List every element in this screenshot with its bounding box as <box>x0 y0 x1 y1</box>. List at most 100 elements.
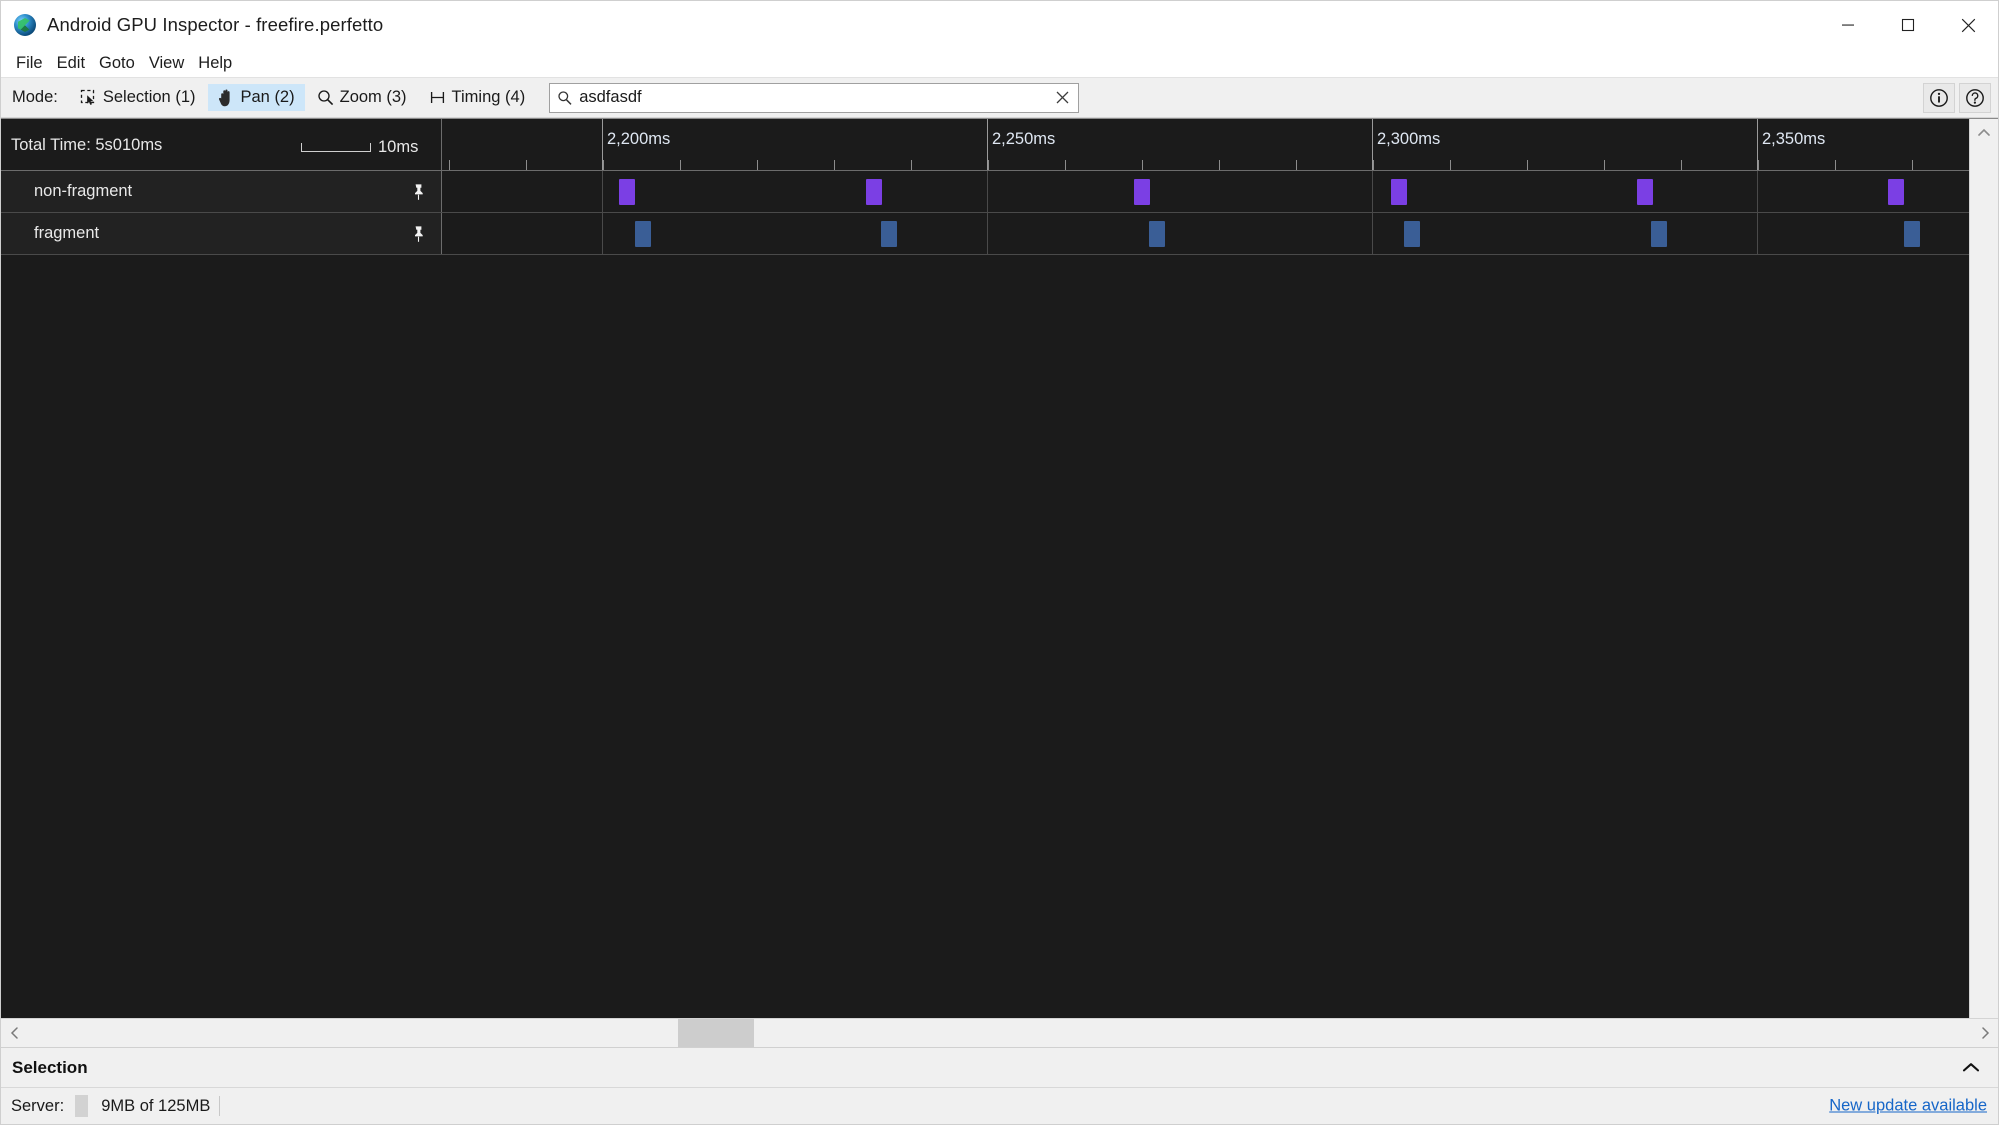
total-time-label: Total Time: 5s010ms <box>11 135 163 154</box>
timeline-slice[interactable] <box>1651 221 1667 247</box>
menu-edit[interactable]: Edit <box>51 52 91 75</box>
search-box[interactable] <box>549 82 1080 113</box>
track-gridline <box>1757 171 1758 212</box>
server-label: Server: <box>11 1096 65 1115</box>
ruler-minor-tick <box>1065 160 1066 170</box>
mode-button-timing[interactable]: Timing (4) <box>419 84 536 111</box>
track-gridline <box>1757 213 1758 254</box>
track-body-fragment[interactable] <box>442 213 1969 254</box>
timeline-ruler-ticks[interactable]: 2,200ms 2,250ms 2,300ms 2,350ms <box>442 119 1969 170</box>
menu-view[interactable]: View <box>143 52 190 75</box>
scale-bar: 10ms <box>301 138 418 157</box>
timeline-track: non-fragment <box>1 171 1969 213</box>
ruler-minor-tick <box>1373 160 1374 170</box>
timeline-slice[interactable] <box>1637 179 1653 205</box>
ruler-minor-tick <box>1604 160 1605 170</box>
toolbar: Mode: Selection (1) Pan (2) Zoom (3) Tim… <box>1 78 1998 118</box>
timeline-empty-area[interactable] <box>1 254 1969 1018</box>
pin-icon <box>414 183 423 200</box>
ruler-minor-tick <box>1835 160 1836 170</box>
mode-button-zoom-label: Zoom (3) <box>339 88 407 106</box>
ruler-minor-tick <box>988 160 989 170</box>
chevron-left-icon <box>10 1027 18 1039</box>
search-input[interactable] <box>575 88 1053 107</box>
timeline-slice[interactable] <box>1904 221 1920 247</box>
search-icon <box>557 90 575 106</box>
timeline-slice[interactable] <box>635 221 651 247</box>
horizontal-scroll-thumb[interactable] <box>678 1018 754 1048</box>
ruler-minor-tick <box>1296 160 1297 170</box>
timeline-slice[interactable] <box>1149 221 1165 247</box>
ruler-minor-tick <box>1527 160 1528 170</box>
maximize-button[interactable] <box>1878 1 1938 49</box>
timeline-slice[interactable] <box>619 179 635 205</box>
magnifier-icon <box>317 89 334 106</box>
ruler-minor-tick <box>757 160 758 170</box>
ruler-minor-tick <box>834 160 835 170</box>
ruler-tick-label: 2,200ms <box>607 130 671 148</box>
timeline-slice[interactable] <box>881 221 897 247</box>
timeline-slice[interactable] <box>1404 221 1420 247</box>
measure-icon <box>429 89 446 106</box>
pin-button[interactable] <box>409 182 427 202</box>
toolbar-right-buttons <box>1923 78 1991 118</box>
marquee-select-icon <box>80 89 97 106</box>
minimize-button[interactable] <box>1818 1 1878 49</box>
track-body-non-fragment[interactable] <box>442 171 1969 212</box>
info-button[interactable] <box>1923 83 1955 113</box>
ruler-tick-label: 2,350ms <box>1762 130 1826 148</box>
menu-goto[interactable]: Goto <box>93 52 141 75</box>
timeline-panel: Total Time: 5s010ms 10ms 2,200ms 2,250ms 2… <box>1 118 1998 1018</box>
info-icon <box>1930 89 1948 107</box>
help-button[interactable] <box>1959 83 1991 113</box>
gpu-inspector-logo <box>14 14 36 36</box>
horizontal-scroll-track[interactable] <box>27 1018 1972 1048</box>
scroll-left-button[interactable] <box>1 1019 27 1048</box>
mode-button-selection[interactable]: Selection (1) <box>70 84 206 111</box>
hand-icon <box>218 89 235 107</box>
close-icon <box>1961 18 1975 32</box>
track-header-non-fragment[interactable]: non-fragment <box>1 171 442 212</box>
timeline-slice[interactable] <box>1134 179 1150 205</box>
close-button[interactable] <box>1938 1 1998 49</box>
timeline-slice[interactable] <box>1391 179 1407 205</box>
title-bar: Android GPU Inspector - freefire.perfett… <box>1 1 1998 49</box>
scroll-right-button[interactable] <box>1972 1019 1998 1048</box>
scale-bar-label: 10ms <box>378 138 419 156</box>
menu-file[interactable]: File <box>10 52 49 75</box>
ruler-minor-tick <box>680 160 681 170</box>
vertical-scroll-track[interactable] <box>1970 145 1999 1018</box>
status-divider <box>219 1096 221 1116</box>
timeline-slice[interactable] <box>866 179 882 205</box>
mode-button-zoom[interactable]: Zoom (3) <box>307 84 417 111</box>
track-gridline <box>1372 171 1373 212</box>
track-gridline <box>602 171 603 212</box>
chevron-right-icon <box>1981 1027 1989 1039</box>
pin-icon <box>414 225 423 242</box>
horizontal-scrollbar[interactable] <box>1 1018 1998 1048</box>
selection-panel-header[interactable]: Selection <box>1 1047 1998 1087</box>
clear-search-button[interactable] <box>1052 87 1072 109</box>
track-name-label: non-fragment <box>34 182 133 200</box>
menu-help[interactable]: Help <box>192 52 238 75</box>
track-header-fragment[interactable]: fragment <box>1 213 442 254</box>
mode-button-timing-label: Timing (4) <box>451 88 526 106</box>
timeline-vertical-scrollbar[interactable] <box>1969 119 1998 1018</box>
ruler-minor-tick <box>449 160 450 170</box>
ruler-minor-tick <box>603 160 604 170</box>
window-controls <box>1818 1 1998 49</box>
menu-bar: File Edit Goto View Help <box>1 49 1998 78</box>
pin-button[interactable] <box>409 224 427 244</box>
new-update-link[interactable]: New update available <box>1829 1097 1987 1116</box>
ruler-minor-tick <box>911 160 912 170</box>
track-gridline <box>602 213 603 254</box>
timeline-ruler: Total Time: 5s010ms 10ms 2,200ms 2,250ms 2… <box>1 119 1969 171</box>
minimize-icon <box>1842 24 1854 26</box>
selection-panel-collapse-button[interactable] <box>1958 1055 1984 1081</box>
mode-button-pan[interactable]: Pan (2) <box>207 84 305 111</box>
ruler-minor-tick <box>1450 160 1451 170</box>
scroll-up-button[interactable] <box>1970 119 1999 145</box>
timeline-slice[interactable] <box>1888 179 1904 205</box>
ruler-tick-label: 2,250ms <box>992 130 1056 148</box>
memory-usage-label: 9MB of 125MB <box>101 1096 211 1115</box>
